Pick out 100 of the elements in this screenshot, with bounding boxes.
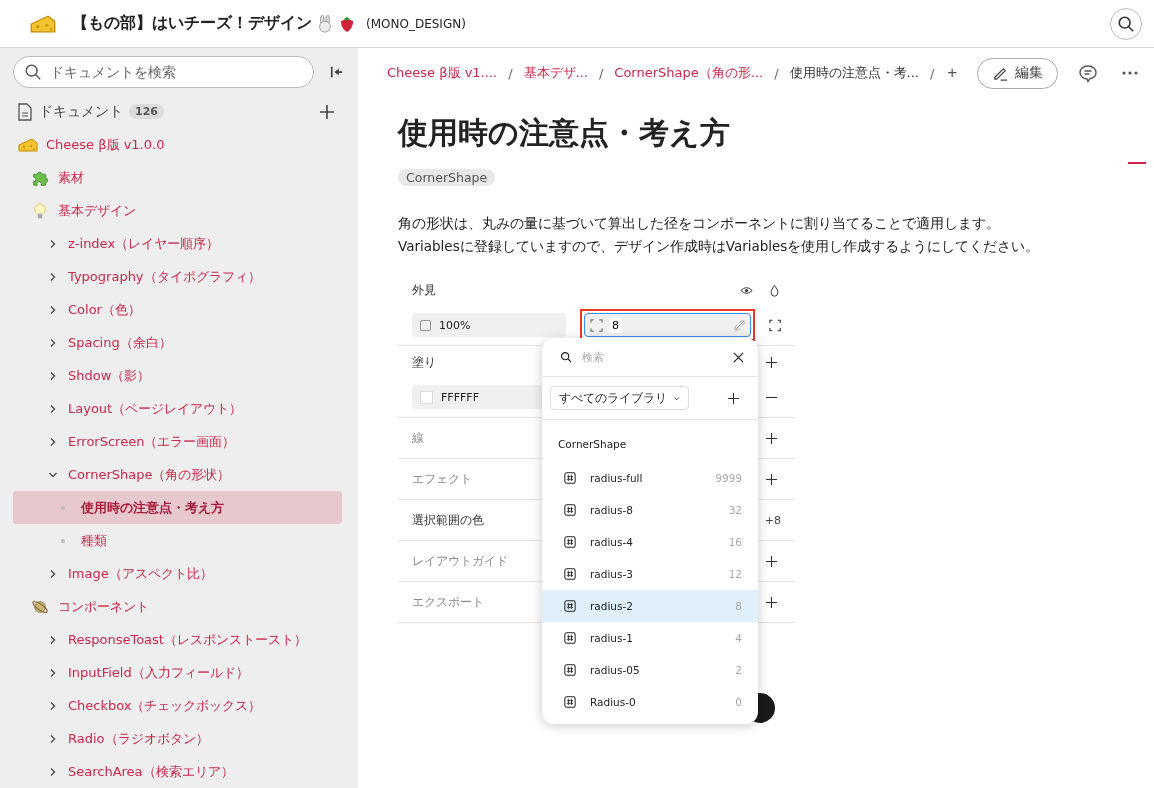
breadcrumb-link[interactable]: CornerShape（角の形... xyxy=(614,64,764,82)
number-variable-icon xyxy=(564,568,576,580)
collapse-sidebar-icon[interactable] xyxy=(330,65,344,79)
panel-label: レイアウトガイド xyxy=(412,552,508,570)
number-variable-icon xyxy=(564,664,576,676)
plus-icon xyxy=(765,554,778,568)
expand-corners-icon xyxy=(768,318,781,332)
chevron-right-icon[interactable] xyxy=(48,634,58,645)
breadcrumb-separator: / xyxy=(598,65,604,81)
workspace-id: (MONO_DESIGN) xyxy=(366,16,466,31)
unlink-icon xyxy=(732,318,746,332)
chevron-right-icon[interactable] xyxy=(48,238,58,249)
plus-icon xyxy=(765,355,778,369)
variable-value: 8 xyxy=(735,600,742,612)
variable-name: radius-4 xyxy=(590,536,633,548)
paragraph: 角の形状は、丸みの量に基づいて算出した径をコンポーネントに割り当てることで適用します。 xyxy=(398,214,1001,233)
tree-item[interactable]: Radio（ラジオボタン） xyxy=(68,729,209,748)
chevron-right-icon[interactable] xyxy=(48,700,58,711)
tree-item[interactable]: 使用時の注意点・考え方 xyxy=(13,491,342,524)
chevron-right-icon[interactable] xyxy=(48,337,58,348)
tree-item[interactable]: Spacing（余白） xyxy=(68,333,172,352)
caret-icon xyxy=(673,394,680,402)
panel-label: 選択範囲の色 xyxy=(412,511,484,529)
edit-button[interactable]: 編集 xyxy=(977,57,1059,89)
variable-name: radius-05 xyxy=(590,664,640,676)
tree-item[interactable]: Typography（タイポグラフィ） xyxy=(68,267,261,286)
tree-item[interactable]: Cheese β版 v1.0.0 xyxy=(46,135,165,154)
search-input[interactable]: ドキュメントを検索 xyxy=(48,63,303,81)
variable-name: radius-3 xyxy=(590,568,633,580)
tree-item[interactable]: 種類 xyxy=(13,524,342,557)
add-icon[interactable] xyxy=(320,104,334,119)
variable-name: radius-full xyxy=(590,472,643,484)
breadcrumb-link[interactable]: 基本デザ... xyxy=(523,64,588,82)
rabbit-icon xyxy=(316,14,334,33)
workspace-title: 【もの部】はいチーズ！デザイン xyxy=(72,13,312,34)
search-icon xyxy=(24,63,42,81)
group-heading: CornerShape xyxy=(557,437,628,452)
section-title: ドキュメント xyxy=(39,102,123,121)
count-label: +8 xyxy=(764,513,781,527)
tree-item[interactable]: Shdow（影） xyxy=(68,366,151,385)
search-field[interactable]: ドキュメントを検索 xyxy=(13,56,314,88)
add-page-button[interactable]: + xyxy=(945,63,960,83)
breadcrumb-separator: / xyxy=(508,65,513,81)
opacity-icon xyxy=(420,319,431,331)
tree-item[interactable]: コンポーネント xyxy=(58,597,149,616)
tree-item[interactable]: Checkbox（チェックボックス） xyxy=(68,696,262,715)
comment-icon[interactable] xyxy=(1078,63,1099,83)
chevron-right-icon[interactable] xyxy=(48,766,58,777)
count-badge: 126 xyxy=(129,104,164,119)
toc-marker[interactable] xyxy=(1128,162,1146,164)
variable-name: radius-1 xyxy=(590,632,633,644)
tag-label[interactable]: CornerShape xyxy=(398,169,496,186)
variable-value: 0 xyxy=(735,696,742,708)
panel-label: エクスポート xyxy=(412,593,484,611)
variable-name: radius-8 xyxy=(590,504,633,516)
variable-name: Radius-0 xyxy=(590,696,636,708)
chevron-right-icon[interactable] xyxy=(48,568,58,579)
panel-label: 外見 xyxy=(412,281,436,299)
radius-field: 8 xyxy=(583,313,751,337)
tree-item[interactable]: Layout（ページレイアウト） xyxy=(68,399,243,418)
tree-item[interactable]: SearchArea（検索エリア） xyxy=(68,762,234,781)
page-title: 使用時の注意点・考え方 xyxy=(398,114,731,152)
tree-item[interactable]: Image（アスペクト比） xyxy=(68,564,213,583)
strawberry-icon xyxy=(338,14,356,33)
plus-icon xyxy=(727,391,740,405)
chevron-right-icon[interactable] xyxy=(48,271,58,282)
plus-icon xyxy=(765,472,778,486)
chevron-right-icon[interactable] xyxy=(48,370,58,381)
paragraph: Variablesに登録していますので、デザイン作成時はVariablesを使用し作成するようにしてください。 xyxy=(398,237,1041,256)
tree-item[interactable]: ResponseToast（レスポンストースト） xyxy=(68,630,307,649)
plus-icon xyxy=(765,595,778,609)
close-icon xyxy=(733,351,744,363)
chevron-right-icon[interactable] xyxy=(48,304,58,315)
number-variable-icon xyxy=(564,472,576,484)
tree-item[interactable]: InputField（入力フィールド） xyxy=(68,663,249,682)
number-variable-icon xyxy=(564,632,576,644)
tree-item[interactable]: ErrorScreen（エラー画面） xyxy=(68,432,236,451)
search-icon xyxy=(560,351,572,363)
search-button[interactable] xyxy=(1110,7,1142,40)
variable-value: 2 xyxy=(735,664,742,676)
panel-label: 線 xyxy=(412,429,424,447)
variable-value: 4 xyxy=(735,632,742,644)
chevron-right-icon[interactable] xyxy=(48,667,58,678)
search-icon xyxy=(1117,14,1135,33)
chevron-right-icon[interactable] xyxy=(48,436,58,447)
tree-item[interactable]: 素材 xyxy=(58,168,84,187)
number-variable-icon xyxy=(564,536,576,548)
plus-icon xyxy=(765,431,778,445)
breadcrumb-separator: / xyxy=(774,65,779,81)
tree-item[interactable]: Color（色） xyxy=(68,300,141,319)
breadcrumb-link[interactable]: Cheese β版 v1.... xyxy=(387,64,498,82)
chevron-right-icon[interactable] xyxy=(48,733,58,744)
breadcrumb-current: 使用時の注意点・考... xyxy=(789,64,919,82)
tree-item[interactable]: z-index（レイヤー順序） xyxy=(68,234,220,253)
tree-item[interactable]: 基本デザイン xyxy=(58,201,136,220)
number-variable-icon xyxy=(564,600,576,612)
tree-item[interactable]: CornerShape（角の形状） xyxy=(68,465,231,484)
document-icon xyxy=(17,102,33,121)
breadcrumb-separator: / xyxy=(929,65,935,81)
chevron-right-icon[interactable] xyxy=(48,403,58,414)
